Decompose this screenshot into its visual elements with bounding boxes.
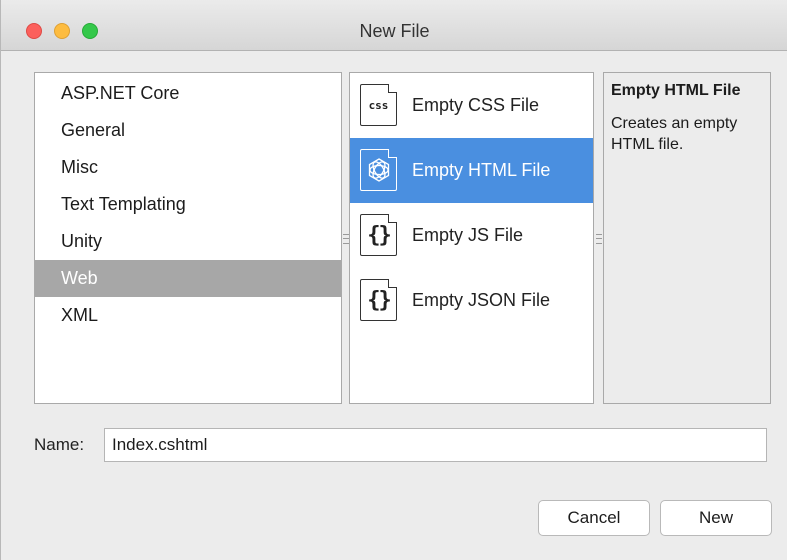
name-label: Name: (34, 435, 85, 454)
new-button[interactable]: New (660, 500, 772, 536)
template-item-empty-json-file[interactable]: {} Empty JSON File (350, 268, 593, 333)
js-file-icon: {} (360, 214, 397, 256)
css-file-icon: css (360, 84, 397, 126)
title-bar[interactable]: New File (1, 0, 787, 51)
details-title: Empty HTML File (611, 82, 741, 99)
template-label: Empty JS File (412, 225, 524, 245)
template-splitter-handle[interactable] (596, 234, 602, 244)
template-label: Empty CSS File (412, 95, 540, 115)
details-description: Creates an empty HTML file. (611, 115, 738, 153)
category-item-web[interactable]: Web (35, 260, 341, 297)
file-name-input[interactable] (104, 428, 767, 462)
category-item-xml[interactable]: XML (35, 297, 341, 334)
category-item-misc[interactable]: Misc (35, 149, 341, 186)
template-details-panel: Empty HTML File Creates an empty HTML fi… (603, 72, 771, 404)
category-item-asp-net-core[interactable]: ASP.NET Core (35, 75, 341, 112)
category-item-unity[interactable]: Unity (35, 223, 341, 260)
template-list[interactable]: css Empty CSS File Empty HTML File {} Em… (349, 72, 594, 404)
new-file-dialog: New File ASP.NET Core General Misc Text … (0, 0, 787, 560)
template-item-empty-js-file[interactable]: {} Empty JS File (350, 203, 593, 268)
template-item-empty-css-file[interactable]: css Empty CSS File (350, 73, 593, 138)
category-item-text-templating[interactable]: Text Templating (35, 186, 341, 223)
category-item-general[interactable]: General (35, 112, 341, 149)
template-label: Empty HTML File (412, 160, 551, 180)
json-file-icon: {} (360, 279, 397, 321)
window-title: New File (359, 21, 430, 41)
cancel-button[interactable]: Cancel (538, 500, 650, 536)
template-label: Empty JSON File (412, 290, 551, 310)
template-item-empty-html-file[interactable]: Empty HTML File (350, 138, 593, 203)
category-list[interactable]: ASP.NET Core General Misc Text Templatin… (34, 72, 342, 404)
html-file-icon (360, 149, 397, 191)
